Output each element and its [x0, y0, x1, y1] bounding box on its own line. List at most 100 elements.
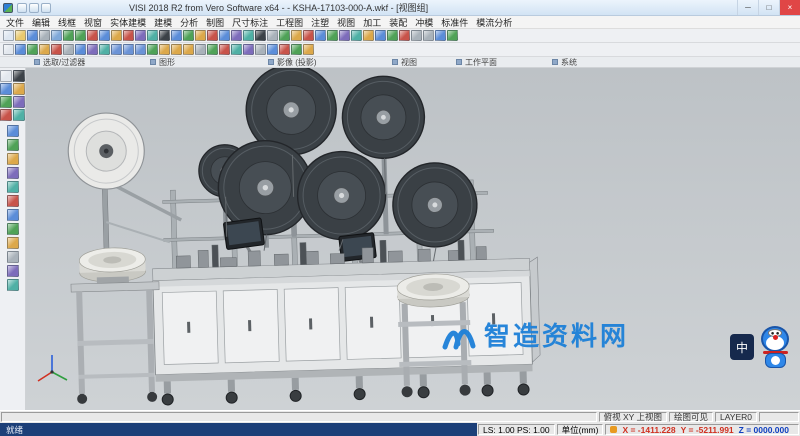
measure-tool-icon[interactable]: [7, 279, 19, 291]
layer-manager-icon[interactable]: [231, 44, 242, 55]
trim-tool-icon[interactable]: [7, 209, 19, 221]
print-icon[interactable]: [39, 30, 50, 41]
zoom-fit-icon[interactable]: [435, 30, 446, 41]
maximize-button[interactable]: □: [758, 0, 779, 15]
viewport-3d[interactable]: 智造资料网 中: [26, 68, 800, 410]
boolean-tool-icon[interactable]: [7, 195, 19, 207]
menu-analysis[interactable]: 分析: [176, 16, 202, 29]
menu-window[interactable]: 视窗: [80, 16, 106, 29]
status-workplane[interactable]: 俯视 XY 上视图: [599, 412, 667, 422]
paste-icon[interactable]: [111, 30, 122, 41]
help-icon[interactable]: [303, 44, 314, 55]
cut-icon[interactable]: [87, 30, 98, 41]
layers-icon[interactable]: [147, 30, 158, 41]
view-iso-icon[interactable]: [147, 44, 158, 55]
text-icon[interactable]: [255, 30, 266, 41]
view-front-icon[interactable]: [123, 44, 134, 55]
ellipse-icon[interactable]: [243, 30, 254, 41]
filter-surfaces-icon[interactable]: [39, 44, 50, 55]
menu-assembly[interactable]: 装配: [385, 16, 411, 29]
calculator-icon[interactable]: [267, 44, 278, 55]
selection-filter-icon[interactable]: [135, 30, 146, 41]
arc-icon[interactable]: [183, 30, 194, 41]
ortho-icon[interactable]: [219, 44, 230, 55]
save-icon[interactable]: [27, 30, 38, 41]
rotate-icon[interactable]: [375, 30, 386, 41]
attributes-icon[interactable]: [243, 44, 254, 55]
select-icon[interactable]: [3, 44, 14, 55]
menu-file[interactable]: 文件: [2, 16, 28, 29]
mirror-icon[interactable]: [351, 30, 362, 41]
wireframe-view-icon[interactable]: [63, 44, 74, 55]
polygon-tool-icon[interactable]: [13, 109, 25, 121]
zoom-in-icon[interactable]: [411, 30, 422, 41]
menu-drawing[interactable]: 工程图: [272, 16, 307, 29]
qat-icon-3[interactable]: [41, 3, 51, 13]
circle-tool-icon[interactable]: [13, 83, 25, 95]
open-folder-icon[interactable]: [15, 30, 26, 41]
trim-icon[interactable]: [303, 30, 314, 41]
select-tool-icon[interactable]: [0, 70, 12, 82]
solid-tool-icon[interactable]: [7, 139, 19, 151]
grid-icon[interactable]: [195, 44, 206, 55]
view-top-icon[interactable]: [111, 44, 122, 55]
group-system[interactable]: 系统: [552, 57, 612, 68]
menu-drafting[interactable]: 制图: [202, 16, 228, 29]
rect-tool-icon[interactable]: [0, 109, 12, 121]
qat-icon-1[interactable]: [17, 3, 27, 13]
menu-modeling[interactable]: 建模: [150, 16, 176, 29]
menu-view[interactable]: 视图: [333, 16, 359, 29]
chamfer-icon[interactable]: [339, 30, 350, 41]
filter-solids-icon[interactable]: [51, 44, 62, 55]
redo-icon[interactable]: [75, 30, 86, 41]
array-icon[interactable]: [399, 30, 410, 41]
group-graphics[interactable]: 图形: [150, 57, 268, 68]
menu-wireframe[interactable]: 线框: [54, 16, 80, 29]
point-tool-icon[interactable]: [13, 70, 25, 82]
filter-curves-icon[interactable]: [27, 44, 38, 55]
copy-icon[interactable]: [99, 30, 110, 41]
shaded-view-icon[interactable]: [75, 44, 86, 55]
menu-progress-die[interactable]: 冲模: [411, 16, 437, 29]
measure-icon[interactable]: [291, 30, 302, 41]
hidden-line-view-icon[interactable]: [87, 44, 98, 55]
line-tool-icon[interactable]: [0, 83, 12, 95]
settings-icon[interactable]: [255, 44, 266, 55]
sweep-tool-icon[interactable]: [7, 181, 19, 193]
fillet-tool-icon[interactable]: [7, 237, 19, 249]
view-right-icon[interactable]: [135, 44, 146, 55]
plot-icon[interactable]: [51, 30, 62, 41]
group-shading[interactable]: 影像 (投影): [268, 57, 392, 68]
delete-icon[interactable]: [123, 30, 134, 41]
menu-flow-analysis[interactable]: 模流分析: [472, 16, 516, 29]
menu-solid-modeling[interactable]: 实体建模: [106, 16, 150, 29]
close-button[interactable]: ×: [779, 0, 800, 15]
dimension-icon[interactable]: [279, 30, 290, 41]
menu-standard-parts[interactable]: 标准件: [437, 16, 472, 29]
snap-icon[interactable]: [207, 44, 218, 55]
shell-tool-icon[interactable]: [7, 251, 19, 263]
surface-tool-icon[interactable]: [7, 125, 19, 137]
offset-tool-icon[interactable]: [7, 223, 19, 235]
extrude-tool-icon[interactable]: [7, 153, 19, 165]
menu-machining[interactable]: 加工: [359, 16, 385, 29]
hatch-icon[interactable]: [267, 30, 278, 41]
new-file-icon[interactable]: [3, 30, 14, 41]
spline-tool-icon[interactable]: [13, 96, 25, 108]
menu-edit[interactable]: 编辑: [28, 16, 54, 29]
point-icon[interactable]: [159, 30, 170, 41]
group-workplane[interactable]: 工作平面: [456, 57, 552, 68]
macro-icon[interactable]: [279, 44, 290, 55]
filter-points-icon[interactable]: [15, 44, 26, 55]
command-prompt[interactable]: 就绪: [0, 423, 477, 436]
group-selection-filter[interactable]: 选取/过滤器: [34, 57, 150, 68]
fillet-icon[interactable]: [327, 30, 338, 41]
polyline-icon[interactable]: [219, 30, 230, 41]
rectangle-icon[interactable]: [207, 30, 218, 41]
status-layer[interactable]: LAYER0: [715, 412, 757, 422]
scale-icon[interactable]: [387, 30, 398, 41]
menu-molding[interactable]: 注塑: [307, 16, 333, 29]
extend-icon[interactable]: [315, 30, 326, 41]
dynamic-rotate-icon[interactable]: [99, 44, 110, 55]
minimize-button[interactable]: ─: [737, 0, 758, 15]
